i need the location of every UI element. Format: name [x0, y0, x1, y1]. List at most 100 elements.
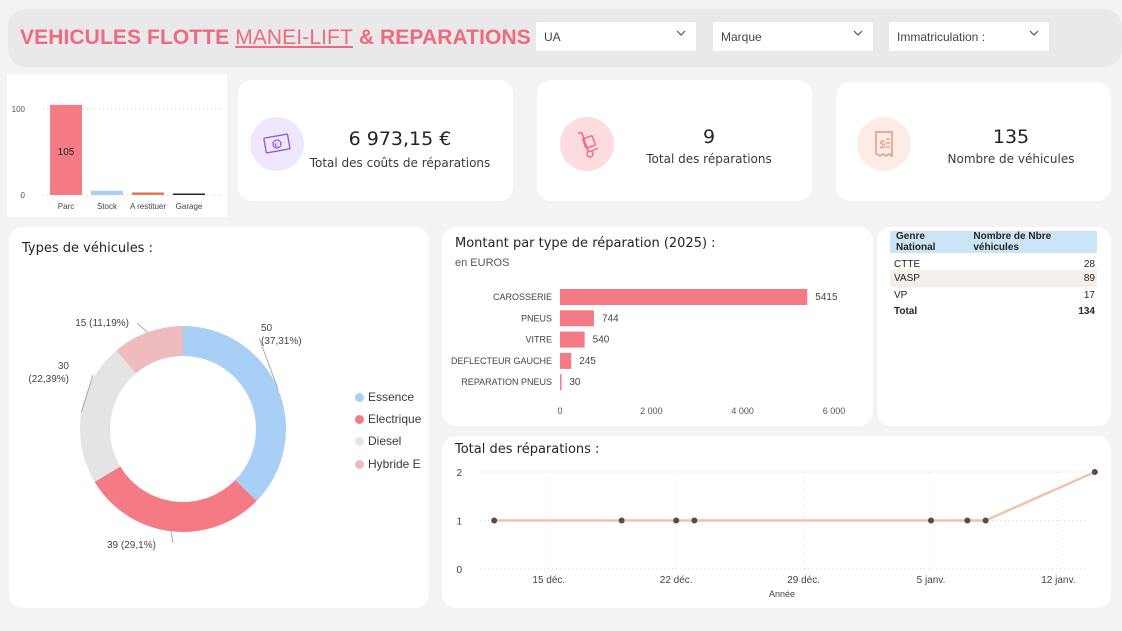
table-header-genre: Genre National — [896, 231, 936, 253]
repairs-over-time-chart: 0 1 2 15 déc. 22 déc. 29 déc. 5 janv. 12 janv. A… — [456, 468, 1098, 599]
slice-data-label: 39 (29,1%) — [107, 540, 156, 551]
legend-dot — [355, 415, 364, 424]
kpi-repairs-value: 9 — [702, 126, 716, 148]
table-total-row: Total 134 — [894, 306, 1095, 317]
y-tick-label: 100 — [12, 105, 26, 114]
x-tick-label: 15 déc. — [532, 575, 565, 586]
slice-essence — [183, 326, 286, 501]
fleet-status-chart: 0 100 Parc Stock A restituer Garage 105 — [12, 104, 222, 211]
data-label: 105 — [58, 147, 75, 158]
x-tick-label: 12 janv. — [1041, 575, 1075, 586]
category-label: PNEUS — [521, 313, 552, 323]
kpi-repairs-label: Total des réparations — [646, 152, 772, 166]
y-tick-label: 2 — [456, 468, 462, 479]
filter-ua-dropdown[interactable]: UA — [536, 22, 696, 51]
category-label: DEFLECTEUR GAUCHE — [451, 356, 552, 366]
y-tick-label: 1 — [456, 517, 462, 528]
x-tick-label: 0 — [557, 406, 562, 416]
legend-item-electrique[interactable]: Electrique — [355, 412, 421, 426]
legend-dot — [355, 437, 364, 446]
filter-immatriculation-label: Immatriculation : — [897, 30, 986, 44]
bar-a-restituer — [132, 192, 164, 195]
x-tick-label: Garage — [176, 202, 203, 211]
table-row[interactable]: CTTE 28 — [890, 253, 1097, 270]
bar-deflecteur-gauche — [560, 352, 572, 369]
genre-table-card: Genre National Nombre de Nbre véhicules … — [877, 227, 1111, 426]
brand-link: MANEI-LIFT — [235, 26, 353, 49]
table-row[interactable]: VASP 89 — [890, 270, 1097, 287]
legend-item-hybride[interactable]: Hybride E — [355, 457, 421, 471]
fleet-status-card: 0 100 Parc Stock A restituer Garage 105 — [7, 74, 227, 217]
data-label: 30 — [569, 377, 581, 388]
slice-data-label: (22,39%) — [28, 374, 69, 385]
genre-table: Genre National Nombre de Nbre véhicules … — [890, 231, 1097, 319]
slice-electrique — [94, 466, 257, 532]
page-title: VEHICULES FLOTTE MANEI-LIFT & REPARATION… — [20, 26, 544, 49]
filter-immatriculation-dropdown[interactable]: Immatriculation : — [889, 22, 1049, 51]
data-point — [1091, 469, 1098, 475]
data-label: 245 — [579, 356, 596, 367]
x-tick-label: 6 000 — [823, 406, 846, 416]
x-tick-label: 2 000 — [640, 406, 663, 416]
repairs-over-time-card: Total des réparations : 0 1 2 15 déc. 22 déc… — [442, 436, 1111, 608]
chevron-down-icon — [853, 30, 863, 36]
x-tick-label: 22 déc. — [660, 575, 693, 586]
slice-data-label: (37,31%) — [261, 336, 302, 347]
x-tick-label: 5 janv. — [917, 575, 946, 586]
x-axis-title: Année — [769, 589, 795, 599]
chevron-down-icon — [676, 30, 686, 36]
kpi-card-repairs: 9 Total des réparations — [537, 80, 812, 201]
receipt-icon: $ — [857, 117, 911, 171]
bar-stock — [91, 190, 123, 195]
legend-item-diesel[interactable]: Diesel — [355, 434, 401, 448]
kpi-vehicles-label: Nombre de véhicules — [947, 152, 1075, 166]
slice-data-label: 30 — [58, 361, 70, 372]
bar-carosserie — [560, 289, 808, 305]
data-point — [928, 517, 934, 524]
x-tick-label: Stock — [97, 202, 118, 211]
x-tick-label: 29 déc. — [787, 575, 820, 586]
repair-amounts-chart: 0 2 000 4 000 6 000 CAROSSERIE 5415 PNEUS 744 VI… — [451, 289, 846, 416]
repair-amounts-card: Montant par type de réparation (2025) : … — [442, 227, 873, 426]
bar-pneus — [560, 310, 594, 327]
data-point — [618, 517, 625, 524]
hand-truck-icon — [560, 117, 614, 171]
slice-diesel — [79, 350, 136, 482]
filter-ua-label: UA — [544, 30, 561, 44]
table-header-count: Nombre de Nbre véhicules — [973, 231, 1052, 253]
category-label: REPARATION PNEUS — [461, 377, 552, 387]
data-point — [982, 517, 989, 524]
vehicle-types-card: Types de véhicules : 50 (37,31%) 39 (29,1%… — [9, 227, 429, 608]
money-icon: € — [250, 117, 304, 171]
data-label: 5415 — [815, 292, 838, 303]
table-row[interactable]: VP 17 — [890, 287, 1097, 304]
data-point — [491, 517, 498, 524]
bar-garage — [173, 193, 205, 195]
x-tick-label: 4 000 — [731, 406, 754, 416]
bar-reparation-pneus — [560, 374, 562, 391]
category-label: CAROSSERIE — [493, 292, 552, 302]
y-tick-label: 0 — [456, 565, 462, 576]
legend-dot — [355, 393, 364, 402]
kpi-card-cost: € 6 973,15 € Total des coûts de réparati… — [238, 80, 513, 201]
data-point — [964, 517, 971, 524]
series-line — [494, 470, 1096, 522]
data-label: 540 — [593, 335, 610, 346]
filter-marque-label: Marque — [721, 30, 762, 44]
y-tick-label: 0 — [21, 191, 26, 200]
data-label: 744 — [602, 313, 619, 324]
kpi-card-vehicles: $ 135 Nombre de véhicules — [836, 82, 1111, 201]
leader-line — [136, 322, 148, 333]
kpi-vehicles-value: 135 — [992, 126, 1030, 148]
chevron-down-icon — [1029, 30, 1039, 36]
data-point — [691, 517, 698, 524]
x-tick-label: A restituer — [130, 202, 166, 211]
filter-marque-dropdown[interactable]: Marque — [713, 22, 873, 51]
kpi-cost-value: 6 973,15 € — [348, 128, 452, 150]
x-tick-label: Parc — [58, 202, 74, 211]
bar-vitre — [560, 331, 585, 348]
data-point — [673, 517, 680, 524]
legend-dot — [355, 460, 364, 469]
leader-line — [170, 531, 174, 544]
legend-item-essence[interactable]: Essence — [355, 390, 414, 404]
